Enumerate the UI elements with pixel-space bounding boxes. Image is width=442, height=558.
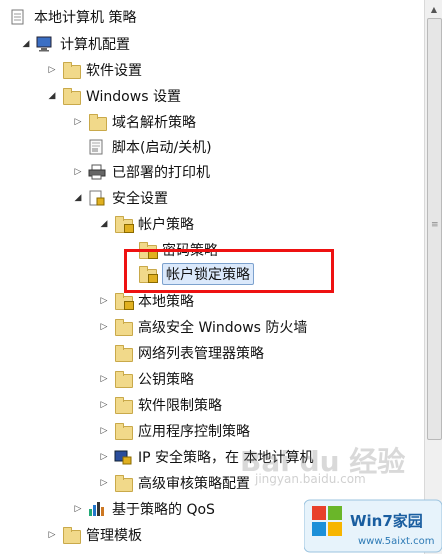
folder-icon bbox=[62, 62, 81, 79]
tree-item-label: 安全设置 bbox=[112, 191, 168, 207]
collapse-arrow-icon[interactable]: ▷ bbox=[98, 446, 110, 468]
win7-home-logo: Win7家园 www.5aixt.com bbox=[303, 498, 442, 554]
tree-item-label: 软件设置 bbox=[86, 63, 142, 79]
tree-item-label: 计算机配置 bbox=[60, 37, 130, 53]
tree-item-label: 软件限制策略 bbox=[138, 398, 222, 414]
ip-security-icon bbox=[114, 449, 132, 465]
scroll-up-icon[interactable]: ▲ bbox=[425, 1, 442, 17]
tree-item-audit[interactable]: ▷ 高级审核策略配置 bbox=[98, 472, 250, 494]
watermark-url: jingyan.baidu.com bbox=[255, 472, 366, 486]
expand-arrow-icon[interactable]: ◢ bbox=[72, 187, 84, 209]
expand-arrow-icon[interactable]: ◢ bbox=[46, 85, 58, 107]
tree-item-label: 已部署的打印机 bbox=[112, 165, 210, 181]
chart-icon bbox=[88, 501, 106, 517]
collapse-arrow-icon[interactable]: ▷ bbox=[98, 316, 110, 338]
tree-item-software-settings[interactable]: ▷ 软件设置 bbox=[46, 59, 142, 81]
collapse-arrow-icon[interactable]: ▷ bbox=[98, 394, 110, 416]
collapse-arrow-icon[interactable]: ▷ bbox=[72, 498, 84, 520]
tree-item-security-settings[interactable]: ◢ 安全设置 bbox=[72, 187, 168, 209]
tree-item-label: 基于策略的 QoS bbox=[112, 502, 215, 518]
tree-item-computer-config[interactable]: ◢ 计算机配置 bbox=[20, 33, 130, 55]
tree-item-local-policies[interactable]: ▷ 本地策略 bbox=[98, 290, 194, 312]
folder-icon bbox=[114, 397, 133, 414]
folder-icon bbox=[114, 371, 133, 388]
tree-item-account-policies[interactable]: ◢ 帐户策略 bbox=[98, 213, 194, 235]
security-doc-icon bbox=[88, 190, 106, 206]
tree-item-label: 高级审核策略配置 bbox=[138, 476, 250, 492]
tree-item-scripts[interactable]: 脚本(启动/关机) bbox=[88, 136, 212, 158]
folder-icon bbox=[62, 88, 81, 105]
tree-item-label: 应用程序控制策略 bbox=[138, 424, 250, 440]
folder-icon bbox=[88, 114, 107, 131]
script-icon bbox=[88, 139, 106, 155]
tree-item-label: 帐户策略 bbox=[138, 217, 194, 233]
red-highlight-box bbox=[124, 249, 334, 293]
expand-arrow-icon[interactable]: ◢ bbox=[98, 213, 110, 235]
printer-icon bbox=[88, 164, 106, 180]
collapse-arrow-icon[interactable]: ▷ bbox=[46, 59, 58, 81]
tree-item-app-control[interactable]: ▷ 应用程序控制策略 bbox=[98, 420, 250, 442]
tree-item-name-resolution[interactable]: ▷ 域名解析策略 bbox=[72, 111, 196, 133]
collapse-arrow-icon[interactable]: ▷ bbox=[72, 161, 84, 183]
collapse-arrow-icon[interactable]: ▷ bbox=[46, 524, 58, 546]
tree-item-root[interactable]: 本地计算机 策略 bbox=[10, 6, 136, 28]
tree-item-windows-settings[interactable]: ◢ Windows 设置 bbox=[46, 85, 181, 107]
tree-item-label: 高级安全 Windows 防火墙 bbox=[138, 320, 308, 336]
tree-item-label: 公钥策略 bbox=[138, 372, 194, 388]
locked-folder-icon bbox=[114, 216, 134, 233]
tree-item-printers[interactable]: ▷ 已部署的打印机 bbox=[72, 161, 210, 183]
scrollbar-thumb[interactable]: ≡ bbox=[427, 18, 442, 440]
grip-icon: ≡ bbox=[431, 220, 439, 230]
tree-item-label: 域名解析策略 bbox=[112, 115, 196, 131]
tree-item-label: Windows 设置 bbox=[86, 89, 181, 105]
collapse-arrow-icon[interactable]: ▷ bbox=[72, 111, 84, 133]
tree-item-firewall[interactable]: ▷ 高级安全 Windows 防火墙 bbox=[98, 316, 307, 338]
tree-item-label: 管理模板 bbox=[86, 528, 142, 544]
collapse-arrow-icon[interactable]: ▷ bbox=[98, 290, 110, 312]
svg-text:Win7家园: Win7家园 bbox=[350, 512, 423, 530]
folder-icon bbox=[62, 527, 81, 544]
folder-icon bbox=[114, 423, 133, 440]
tree-item-software-restriction[interactable]: ▷ 软件限制策略 bbox=[98, 394, 222, 416]
collapse-arrow-icon[interactable]: ▷ bbox=[98, 368, 110, 390]
tree-item-label: 网络列表管理器策略 bbox=[138, 346, 264, 362]
locked-folder-icon bbox=[114, 293, 134, 310]
tree-item-label: 本地计算机 策略 bbox=[34, 10, 137, 26]
svg-text:www.5aixt.com: www.5aixt.com bbox=[358, 536, 434, 547]
expand-arrow-icon[interactable]: ◢ bbox=[20, 33, 32, 55]
tree-item-label: 本地策略 bbox=[138, 294, 194, 310]
folder-icon bbox=[114, 475, 133, 492]
collapse-arrow-icon[interactable]: ▷ bbox=[98, 472, 110, 494]
tree-item-qos[interactable]: ▷ 基于策略的 QoS bbox=[72, 498, 215, 520]
tree-item-network-list[interactable]: 网络列表管理器策略 bbox=[114, 342, 264, 364]
tree-item-public-key[interactable]: ▷ 公钥策略 bbox=[98, 368, 194, 390]
folder-icon bbox=[114, 319, 133, 336]
collapse-arrow-icon[interactable]: ▷ bbox=[98, 420, 110, 442]
policy-doc-icon bbox=[10, 9, 28, 25]
tree-item-admin-templates[interactable]: ▷ 管理模板 bbox=[46, 524, 142, 546]
computer-icon bbox=[36, 36, 54, 52]
vertical-scrollbar[interactable]: ▲ ≡ ▼ bbox=[424, 0, 442, 554]
tree-item-label: 脚本(启动/关机) bbox=[112, 140, 212, 156]
folder-icon bbox=[114, 345, 133, 362]
